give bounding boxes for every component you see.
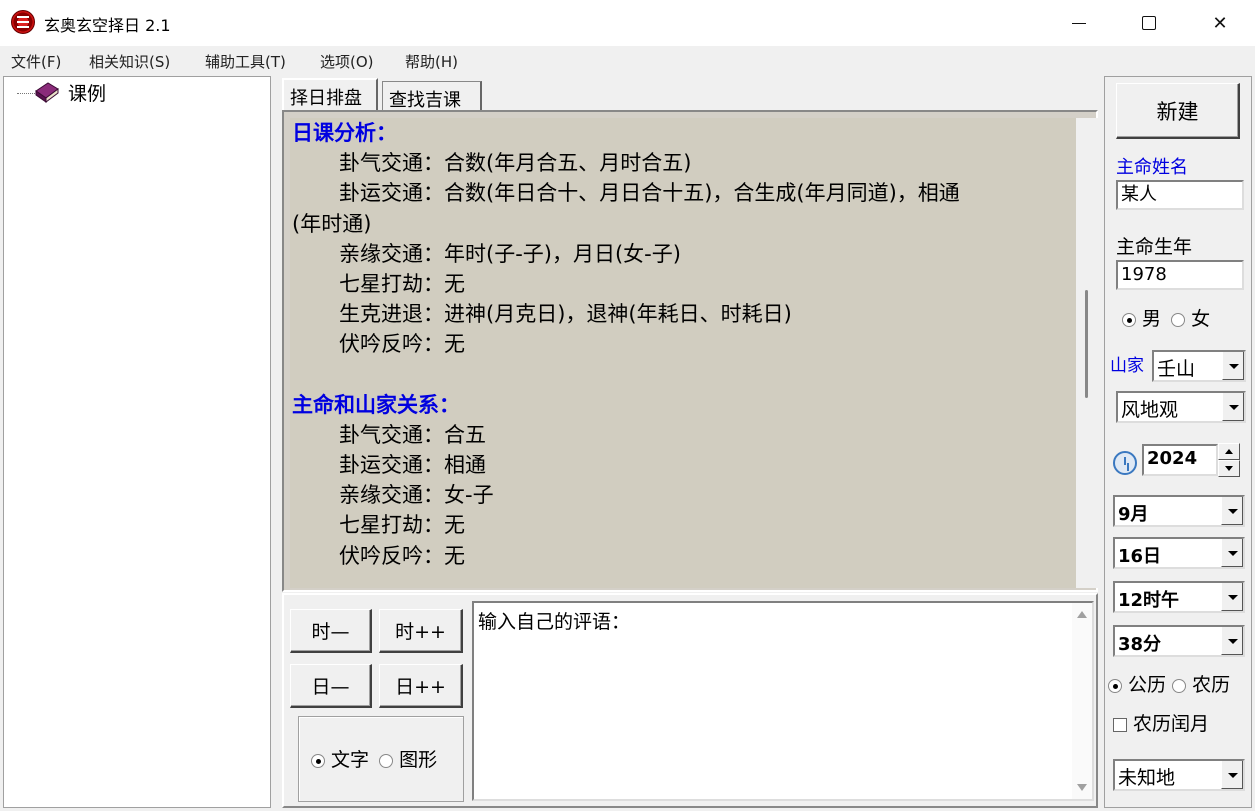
comment-text[interactable]: 输入自己的评语：: [478, 607, 630, 634]
year-spinner[interactable]: [1218, 443, 1240, 477]
hour-minus-button[interactable]: 时—: [290, 609, 372, 653]
analysis-scrollbar[interactable]: [1076, 118, 1098, 588]
close-icon: ✕: [1212, 12, 1228, 34]
spin-down-icon[interactable]: [1218, 460, 1240, 477]
menu-help[interactable]: 帮助(H): [405, 51, 458, 72]
day-minus-button[interactable]: 日—: [290, 664, 372, 708]
owner-name-label: 主命姓名: [1116, 157, 1188, 178]
cal-solar-label[interactable]: 公历: [1128, 674, 1166, 696]
day-value: 16日: [1118, 546, 1162, 567]
birth-year-input[interactable]: 1978: [1116, 260, 1244, 290]
section-title-day-analysis: 日课分析：: [292, 121, 397, 145]
gender-female-label[interactable]: 女: [1191, 308, 1210, 330]
minimize-button[interactable]: [1044, 0, 1114, 46]
chevron-down-icon[interactable]: [1221, 761, 1243, 789]
minimize-icon: [1072, 22, 1086, 24]
gender-male-label[interactable]: 男: [1142, 308, 1161, 330]
analysis-line: 卦气交通：合数(年月合五、月时合五): [339, 151, 692, 176]
mode-text-radio[interactable]: [311, 753, 325, 768]
analysis-text: 日课分析： 卦气交通：合数(年月合五、月时合五) 卦运交通：合数(年日合十、月日…: [290, 118, 1098, 588]
gender-female-radio[interactable]: [1171, 312, 1186, 327]
close-button[interactable]: ✕: [1185, 0, 1255, 46]
analysis-line: 亲缘交通：女-子: [339, 483, 494, 508]
maximize-icon: [1142, 16, 1156, 30]
window-title: 玄奥玄空择日 2.1: [44, 16, 171, 35]
leap-month-label[interactable]: 农历闰月: [1133, 713, 1209, 735]
chevron-down-icon[interactable]: [1221, 497, 1243, 525]
month-value: 9月: [1118, 504, 1149, 525]
minute-select[interactable]: 38分: [1113, 625, 1245, 657]
tab-date-chart[interactable]: 择日排盘: [282, 78, 378, 110]
analysis-line: 生克进退：进神(月克日)，退神(年耗日、时耗日): [339, 302, 792, 327]
leap-month-checkbox[interactable]: [1113, 717, 1127, 732]
hour-select[interactable]: 12时午: [1113, 581, 1245, 613]
leap-month-option: 农历闰月: [1113, 709, 1209, 736]
chevron-down-icon[interactable]: [1222, 393, 1244, 421]
mountain-label: 山家: [1110, 356, 1144, 376]
chevron-down-icon[interactable]: [1222, 352, 1244, 380]
cal-lunar-label[interactable]: 农历: [1192, 674, 1230, 696]
analysis-panel: 日课分析： 卦气交通：合数(年月合五、月时合五) 卦运交通：合数(年日合十、月日…: [282, 110, 1098, 592]
gender-male-radio[interactable]: [1122, 312, 1136, 327]
analysis-line: 伏吟反吟：无: [339, 332, 465, 357]
gua-select[interactable]: 风地观: [1116, 391, 1246, 423]
menu-knowledge[interactable]: 相关知识(S): [89, 51, 170, 72]
new-button[interactable]: 新建: [1116, 83, 1240, 139]
location-select[interactable]: 未知地: [1113, 759, 1245, 791]
birth-year-label: 主命生年: [1116, 236, 1193, 258]
menu-tools[interactable]: 辅助工具(T): [205, 51, 286, 72]
tab-find-auspicious[interactable]: 查找吉课: [382, 81, 482, 111]
day-plus-button[interactable]: 日++: [379, 664, 463, 708]
mountain-select[interactable]: 壬山: [1152, 350, 1246, 382]
analysis-line: 卦气交通：合五: [339, 422, 486, 447]
section-title-owner-mountain: 主命和山家关系：: [292, 392, 460, 417]
menu-bar: 文件(F) 相关知识(S) 辅助工具(T) 选项(O) 帮助(H): [0, 46, 1255, 74]
month-select[interactable]: 9月: [1113, 495, 1245, 527]
scroll-down-icon[interactable]: [1077, 784, 1087, 791]
chevron-down-icon[interactable]: [1221, 539, 1243, 567]
gender-group: 男 女: [1122, 304, 1210, 331]
title-bar: 玄奥玄空择日 2.1 ✕: [0, 0, 1255, 46]
spin-up-icon[interactable]: [1218, 443, 1240, 460]
year-input[interactable]: 2024: [1142, 444, 1218, 476]
tree-connector: [17, 93, 35, 94]
analysis-line: 伏吟反吟：无: [339, 543, 465, 568]
analysis-line: 七星打劫：无: [339, 513, 465, 538]
hour-plus-button[interactable]: 时++: [379, 609, 463, 653]
scroll-up-icon[interactable]: [1077, 611, 1087, 618]
owner-name-input[interactable]: 某人: [1116, 180, 1244, 210]
display-mode-group: 文字 图形: [298, 716, 464, 802]
chevron-down-icon[interactable]: [1221, 583, 1243, 611]
calendar-type-group: 公历 农历: [1108, 670, 1230, 697]
clock-icon[interactable]: [1113, 451, 1137, 475]
maximize-button[interactable]: [1114, 0, 1184, 46]
minute-value: 38分: [1118, 634, 1162, 655]
tree-item-cases[interactable]: 课例: [68, 79, 106, 106]
menu-file[interactable]: 文件(F): [11, 51, 61, 72]
cal-lunar-radio[interactable]: [1172, 678, 1187, 693]
mode-graphic-radio[interactable]: [379, 753, 394, 768]
scrollbar-thumb[interactable]: [1085, 290, 1088, 398]
analysis-line: 七星打劫：无: [339, 272, 465, 297]
analysis-line: 亲缘交通：年时(子-子)，月日(女-子): [339, 241, 681, 266]
hour-value: 12时午: [1118, 590, 1180, 611]
analysis-line: 卦运交通：合数(年日合十、月日合十五)，合生成(年月同道)，相通: [339, 181, 960, 206]
mode-graphic-label[interactable]: 图形: [399, 749, 437, 771]
comment-scrollbar[interactable]: [1072, 603, 1092, 799]
comment-textarea[interactable]: 输入自己的评语：: [472, 601, 1094, 801]
app-logo-icon: [11, 10, 35, 34]
location-value: 未知地: [1118, 767, 1176, 789]
mode-text-label[interactable]: 文字: [331, 749, 369, 771]
day-select[interactable]: 16日: [1113, 537, 1245, 569]
cal-solar-radio[interactable]: [1108, 678, 1122, 693]
gua-value: 风地观: [1121, 399, 1179, 421]
book-icon: [35, 82, 59, 103]
case-tree[interactable]: 课例: [3, 76, 271, 808]
analysis-line: 卦运交通：相通: [339, 453, 486, 478]
analysis-line: (年时通): [292, 211, 372, 236]
mountain-value: 壬山: [1157, 358, 1196, 380]
menu-options[interactable]: 选项(O): [320, 51, 374, 72]
chevron-down-icon[interactable]: [1221, 627, 1243, 655]
